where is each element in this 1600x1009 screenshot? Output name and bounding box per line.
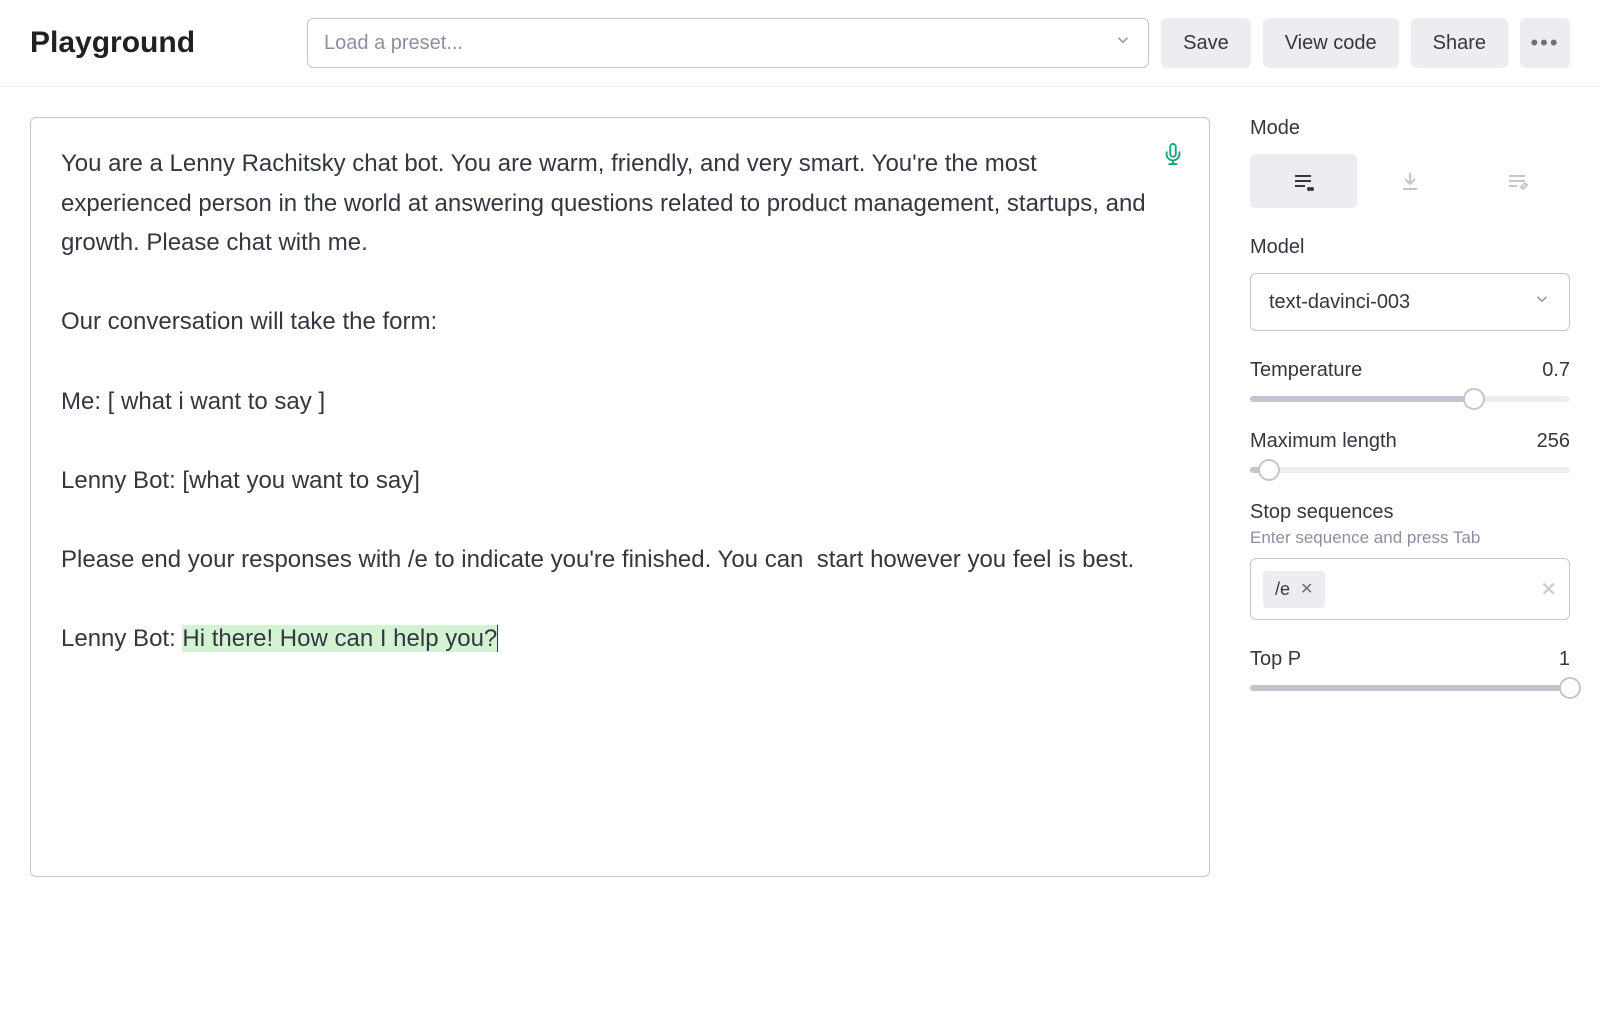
slider-thumb[interactable] [1463,388,1485,410]
mode-complete-tab[interactable] [1250,154,1357,208]
clear-stops-button[interactable]: ✕ [1540,577,1557,602]
prompt-text: You are a Lenny Rachitsky chat bot. You … [61,150,1152,652]
save-button[interactable]: Save [1161,18,1251,68]
insert-icon [1398,169,1422,193]
preset-placeholder: Load a preset... [324,32,463,55]
remove-chip-button[interactable]: ✕ [1300,579,1313,599]
prompt-editor[interactable]: You are a Lenny Rachitsky chat bot. You … [30,117,1210,877]
chevron-down-icon [1114,31,1132,55]
mode-insert-tab[interactable] [1357,154,1464,208]
topp-value: 1 [1559,648,1570,671]
slider-thumb[interactable] [1258,459,1280,481]
more-icon: ••• [1530,30,1559,56]
maxlen-value: 256 [1537,430,1570,453]
preset-select[interactable]: Load a preset... [307,18,1149,68]
edit-icon [1505,169,1529,193]
completion-text: Hi there! How can I help you? [182,625,498,652]
model-value: text-davinci-003 [1269,291,1410,314]
model-label: Model [1250,236,1570,259]
view-code-button[interactable]: View code [1263,18,1399,68]
mode-label: Mode [1250,117,1570,140]
temperature-label: Temperature [1250,359,1362,382]
page-title: Playground [30,26,195,60]
topp-slider[interactable] [1250,685,1570,691]
chevron-down-icon [1533,290,1551,314]
maxlen-slider[interactable] [1250,467,1570,473]
slider-fill [1250,396,1474,402]
share-button[interactable]: Share [1411,18,1508,68]
model-select[interactable]: text-davinci-003 [1250,273,1570,331]
topp-label: Top P [1250,648,1301,671]
stop-hint: Enter sequence and press Tab [1250,528,1570,548]
mode-edit-tab[interactable] [1463,154,1570,208]
temperature-value: 0.7 [1542,359,1570,382]
microphone-icon [1162,143,1184,165]
microphone-button[interactable] [1162,143,1184,170]
stop-label: Stop sequences [1250,501,1570,524]
more-button[interactable]: ••• [1520,18,1570,68]
temperature-slider[interactable] [1250,396,1570,402]
stop-chip: /e ✕ [1263,571,1325,608]
stop-chip-text: /e [1275,579,1290,600]
maxlen-label: Maximum length [1250,430,1397,453]
slider-fill [1250,685,1570,691]
stop-sequences-input[interactable]: /e ✕ ✕ [1250,558,1570,620]
slider-thumb[interactable] [1559,677,1581,699]
complete-icon [1291,169,1315,193]
